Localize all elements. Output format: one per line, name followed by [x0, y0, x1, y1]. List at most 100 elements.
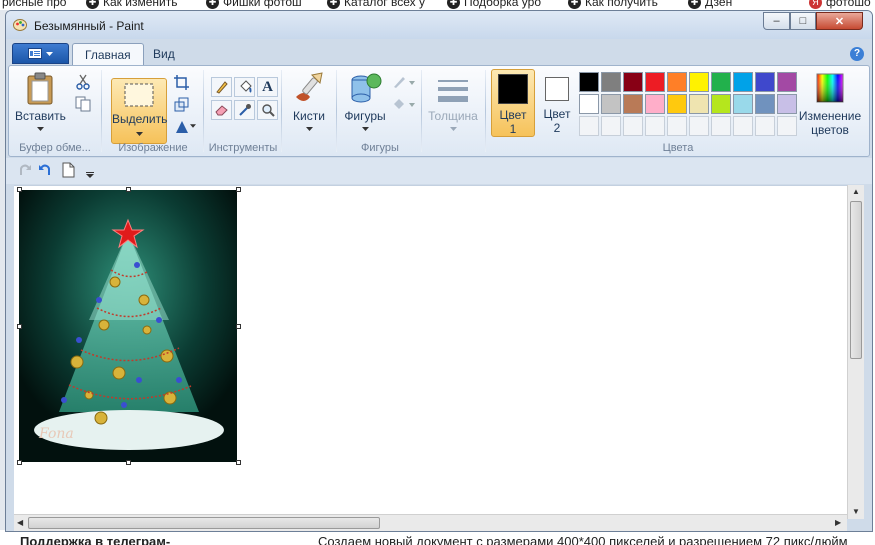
paint-app-icon[interactable] — [13, 17, 28, 32]
group-label: Инструменты — [208, 142, 278, 154]
palette-swatch[interactable] — [601, 72, 621, 92]
rotate-button[interactable] — [171, 116, 199, 136]
new-document-icon — [62, 162, 75, 178]
resize-button[interactable] — [171, 94, 191, 114]
bookmark-label: Фишки фотош — [223, 0, 302, 9]
custom-color-slot[interactable] — [623, 116, 643, 136]
palette-swatch[interactable] — [645, 94, 665, 114]
palette-swatch[interactable] — [777, 72, 797, 92]
palette-swatch[interactable] — [755, 94, 775, 114]
resize-handle[interactable] — [126, 460, 131, 465]
custom-color-slot[interactable] — [711, 116, 731, 136]
palette-swatch[interactable] — [711, 94, 731, 114]
custom-color-slot[interactable] — [777, 116, 797, 136]
group-separator — [421, 70, 422, 152]
vertical-scrollbar[interactable]: ▲ ▼ — [847, 185, 864, 519]
group-label: Цвета — [662, 142, 694, 154]
palette-swatch[interactable] — [601, 94, 621, 114]
custom-color-slot[interactable] — [733, 116, 753, 136]
canvas-area[interactable]: Fona — [14, 185, 859, 519]
custom-color-slot[interactable] — [689, 116, 709, 136]
fill-shape-button[interactable] — [391, 94, 417, 114]
help-icon[interactable]: ? — [850, 47, 864, 61]
tab-label: Вид — [153, 47, 175, 61]
resize-handle[interactable] — [17, 324, 22, 329]
custom-color-slot[interactable] — [755, 116, 775, 136]
thickness-button[interactable]: Толщина — [425, 69, 481, 149]
paste-button[interactable]: Вставить — [15, 69, 66, 149]
scroll-right-icon[interactable]: ▶ — [835, 518, 841, 527]
tab-home[interactable]: Главная — [72, 43, 144, 65]
color-spectrum-icon — [816, 73, 844, 103]
bookmark-item[interactable]: ✚ Как изменить — [86, 0, 177, 10]
resize-handle[interactable] — [126, 187, 131, 192]
select-label: Выделить — [112, 112, 168, 126]
minimize-button[interactable]: – — [763, 12, 790, 30]
palette-swatch[interactable] — [755, 72, 775, 92]
palette-swatch[interactable] — [579, 94, 599, 114]
palette-swatch[interactable] — [689, 94, 709, 114]
palette-swatch[interactable] — [623, 94, 643, 114]
cut-button[interactable] — [73, 72, 93, 92]
bookmark-label: Дзен — [705, 0, 733, 9]
group-tools: A Инструменты — [205, 66, 281, 156]
palette-swatch[interactable] — [623, 72, 643, 92]
resize-handle[interactable] — [17, 187, 22, 192]
bookmark-item[interactable]: ✚ Каталог всех у — [327, 0, 425, 10]
palette-swatch[interactable] — [777, 94, 797, 114]
magnifier-button[interactable] — [257, 100, 278, 120]
vertical-scroll-thumb[interactable] — [850, 201, 862, 359]
resize-handle[interactable] — [236, 460, 241, 465]
color-picker-button[interactable] — [234, 100, 255, 120]
new-button[interactable] — [62, 162, 75, 181]
text-button[interactable]: A — [257, 77, 278, 97]
redo-button[interactable] — [18, 163, 32, 180]
brushes-button[interactable]: Кисти — [285, 69, 333, 149]
resize-handle[interactable] — [17, 460, 22, 465]
bookmark-item[interactable]: рисные про — [2, 0, 66, 9]
palette-swatch[interactable] — [711, 72, 731, 92]
palette-swatch[interactable] — [733, 94, 753, 114]
custom-color-slot[interactable] — [645, 116, 665, 136]
horizontal-scroll-thumb[interactable] — [28, 517, 380, 529]
fill-button[interactable] — [234, 77, 255, 97]
scroll-down-icon[interactable]: ▼ — [852, 507, 860, 516]
resize-handle[interactable] — [236, 324, 241, 329]
horizontal-scrollbar[interactable]: ◀ ▶ — [14, 514, 847, 531]
edit-colors-button[interactable]: Изменение цветов — [797, 69, 863, 149]
tab-view[interactable]: Вид — [141, 43, 187, 65]
crop-button[interactable] — [171, 72, 191, 92]
eraser-button[interactable] — [211, 100, 232, 120]
scroll-up-icon[interactable]: ▲ — [852, 187, 860, 196]
bookmark-item[interactable]: ✚ Дзен — [688, 0, 733, 10]
group-label: Фигуры — [361, 142, 399, 154]
undo-button[interactable] — [38, 163, 52, 180]
select-button[interactable]: Выделить — [111, 78, 167, 144]
bookmark-item[interactable]: ✚ Фишки фотош — [206, 0, 302, 10]
custom-color-slot[interactable] — [667, 116, 687, 136]
palette-swatch[interactable] — [733, 72, 753, 92]
shapes-button[interactable]: Фигуры — [341, 69, 389, 139]
customize-qat-button[interactable] — [86, 167, 94, 181]
outline-button[interactable] — [391, 72, 417, 92]
custom-color-slot[interactable] — [601, 116, 621, 136]
color2-button[interactable]: Цвет 2 — [537, 69, 577, 137]
palette-swatch[interactable] — [579, 72, 599, 92]
bookmark-item[interactable]: ✚ Подборка уро — [447, 0, 541, 10]
palette-swatch[interactable] — [667, 94, 687, 114]
close-button[interactable]: ✕ — [816, 12, 863, 30]
bookmark-item[interactable]: ✚ Как получить — [568, 0, 658, 10]
canvas-image[interactable]: Fona — [19, 190, 237, 462]
resize-handle[interactable] — [236, 187, 241, 192]
scroll-left-icon[interactable]: ◀ — [17, 518, 23, 527]
palette-swatch[interactable] — [667, 72, 687, 92]
bookmark-item[interactable]: Яфотошо — [809, 0, 871, 10]
color1-button[interactable]: Цвет 1 — [491, 69, 535, 137]
copy-button[interactable] — [73, 94, 93, 114]
pencil-button[interactable] — [211, 77, 232, 97]
file-menu-button[interactable] — [12, 43, 69, 64]
custom-color-slot[interactable] — [579, 116, 599, 136]
palette-swatch[interactable] — [689, 72, 709, 92]
maximize-button[interactable]: □ — [790, 12, 816, 30]
palette-swatch[interactable] — [645, 72, 665, 92]
